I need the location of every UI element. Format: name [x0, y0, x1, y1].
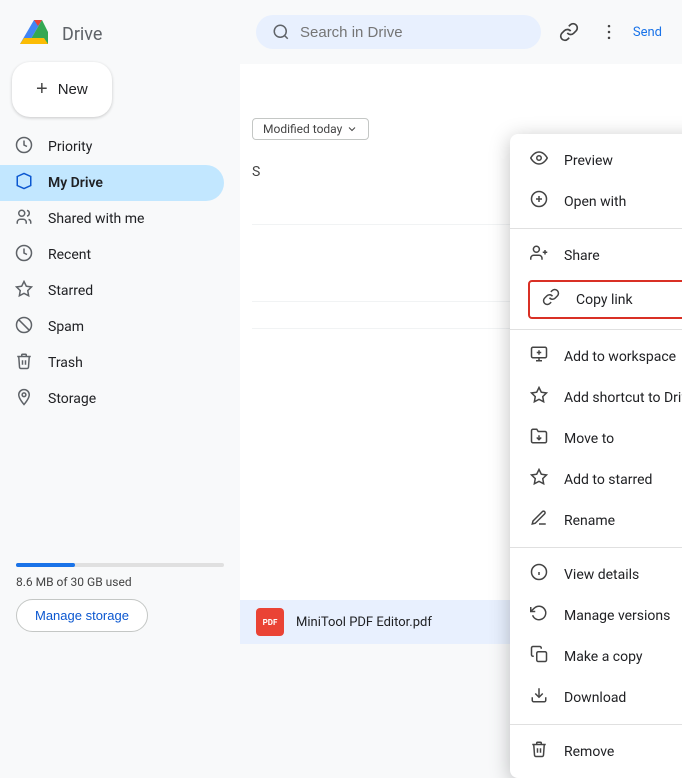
- sidebar-item-label: Spam: [48, 319, 84, 335]
- menu-item-remove[interactable]: Remove: [510, 731, 682, 772]
- sidebar-item-spam[interactable]: Spam: [0, 309, 224, 345]
- plus-icon: +: [36, 78, 48, 101]
- download-icon: [528, 686, 550, 709]
- context-menu: Preview Open with › Share: [510, 134, 682, 778]
- sidebar-item-label: Starred: [48, 283, 93, 299]
- recent-icon: [14, 244, 34, 267]
- menu-item-rename[interactable]: Rename: [510, 500, 682, 541]
- storage-bar-fill: [16, 563, 75, 567]
- copy-link-icon: [540, 288, 562, 311]
- menu-item-view-details[interactable]: View details: [510, 554, 682, 595]
- open-with-icon: [528, 190, 550, 213]
- main-content: Send Modified today S niTool PDF Ed worl…: [240, 0, 682, 644]
- menu-item-manage-versions[interactable]: Manage versions: [510, 595, 682, 636]
- more-options-icon[interactable]: [593, 16, 625, 48]
- sidebar-item-starred[interactable]: Starred: [0, 273, 224, 309]
- preview-icon: [528, 149, 550, 172]
- my-drive-icon: [14, 172, 34, 195]
- sidebar-item-label: Storage: [48, 391, 96, 407]
- sidebar-item-shared[interactable]: Shared with me: [0, 201, 224, 237]
- menu-item-add-starred[interactable]: Add to starred: [510, 459, 682, 500]
- add-starred-label: Add to starred: [564, 472, 652, 488]
- send-link[interactable]: Send: [633, 25, 666, 40]
- sidebar-item-label: My Drive: [48, 175, 103, 191]
- add-shortcut-icon: [528, 386, 550, 409]
- search-bar[interactable]: [256, 15, 541, 49]
- menu-item-copy-link[interactable]: Copy link: [510, 276, 682, 323]
- app-title: Drive: [62, 24, 102, 45]
- menu-divider-2: [510, 329, 682, 330]
- storage-bar: [16, 563, 224, 567]
- sidebar: Drive + New Priority My Drive Shared wit…: [0, 0, 240, 644]
- download-label: Download: [564, 690, 626, 706]
- sidebar-item-priority[interactable]: Priority: [0, 129, 224, 165]
- remove-icon: [528, 740, 550, 763]
- manage-versions-icon: [528, 604, 550, 627]
- menu-item-add-shortcut[interactable]: Add shortcut to Drive: [510, 377, 682, 418]
- menu-item-download[interactable]: Download: [510, 677, 682, 718]
- menu-item-move-to[interactable]: Move to: [510, 418, 682, 459]
- share-icon: [528, 244, 550, 267]
- add-starred-icon: [528, 468, 550, 491]
- manage-versions-label: Manage versions: [564, 608, 670, 624]
- new-button[interactable]: + New: [12, 62, 112, 117]
- move-to-icon: [528, 427, 550, 450]
- menu-divider-1: [510, 228, 682, 229]
- sidebar-item-trash[interactable]: Trash: [0, 345, 224, 381]
- priority-icon: [14, 136, 34, 159]
- rename-label: Rename: [564, 513, 615, 529]
- remove-label: Remove: [564, 744, 614, 760]
- add-workspace-icon: [528, 345, 550, 368]
- sidebar-item-label: Trash: [48, 355, 83, 371]
- menu-divider-3: [510, 547, 682, 548]
- section-label: S: [252, 164, 260, 180]
- sidebar-item-label: Priority: [48, 139, 92, 155]
- copy-link-label: Copy link: [576, 292, 633, 308]
- file-name: MiniTool PDF Editor.pdf: [296, 615, 432, 630]
- share-label: Share: [564, 248, 600, 264]
- star-icon: [14, 280, 34, 303]
- storage-section: 8.6 MB of 30 GB used Manage storage: [0, 551, 240, 644]
- search-input[interactable]: [300, 24, 525, 41]
- menu-item-share[interactable]: Share: [510, 235, 682, 276]
- content-area: Modified today S niTool PDF Ed worldwide…: [240, 64, 682, 644]
- sidebar-item-label: Recent: [48, 247, 91, 263]
- sidebar-item-label: Shared with me: [48, 211, 144, 227]
- menu-item-add-workspace[interactable]: Add to workspace ›: [510, 336, 682, 377]
- search-icon: [272, 23, 290, 41]
- modified-today-text: Modified today: [263, 122, 342, 136]
- view-details-label: View details: [564, 567, 639, 583]
- filter-dropdown[interactable]: Modified today: [252, 118, 369, 140]
- add-workspace-label: Add to workspace: [564, 349, 676, 365]
- menu-item-open-with[interactable]: Open with ›: [510, 181, 682, 222]
- drive-logo-icon: [16, 18, 52, 50]
- new-button-label: New: [58, 81, 88, 98]
- storage-text: 8.6 MB of 30 GB used: [16, 575, 224, 589]
- make-copy-icon: [528, 645, 550, 668]
- trash-icon: [14, 352, 34, 375]
- pdf-file-icon: PDF: [256, 608, 284, 636]
- move-to-label: Move to: [564, 431, 614, 447]
- sidebar-item-storage[interactable]: Storage: [0, 381, 224, 417]
- preview-label: Preview: [564, 153, 613, 169]
- menu-divider-4: [510, 724, 682, 725]
- menu-item-make-copy[interactable]: Make a copy: [510, 636, 682, 677]
- view-details-icon: [528, 563, 550, 586]
- manage-storage-button[interactable]: Manage storage: [16, 599, 148, 632]
- storage-icon: [14, 388, 34, 411]
- add-shortcut-label: Add shortcut to Drive: [564, 390, 682, 406]
- spam-icon: [14, 316, 34, 339]
- sidebar-item-recent[interactable]: Recent: [0, 237, 224, 273]
- link-icon-button[interactable]: [553, 16, 585, 48]
- make-copy-label: Make a copy: [564, 649, 643, 665]
- open-with-label: Open with: [564, 194, 626, 210]
- sidebar-item-my-drive[interactable]: My Drive: [0, 165, 224, 201]
- menu-item-preview[interactable]: Preview: [510, 140, 682, 181]
- sidebar-nav: Priority My Drive Shared with me Recent: [0, 129, 240, 417]
- rename-icon: [528, 509, 550, 532]
- shared-icon: [14, 208, 34, 231]
